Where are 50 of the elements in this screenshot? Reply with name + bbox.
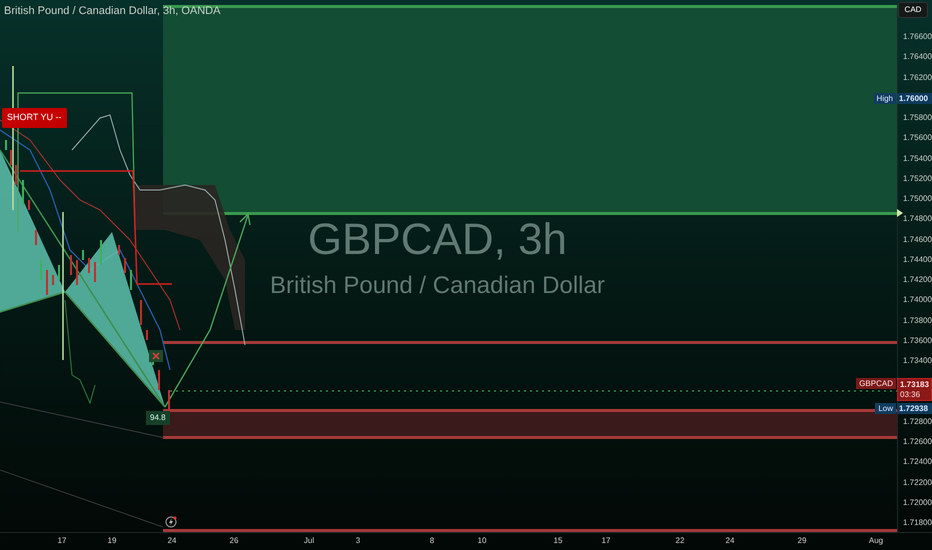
arrow-icon <box>897 209 903 217</box>
price-tick: 1.72600 <box>903 438 932 446</box>
lightning-icon[interactable] <box>165 516 177 528</box>
price-tick: 1.74000 <box>903 296 932 304</box>
price-tick: 1.76200 <box>903 74 932 82</box>
price-tick: 1.73400 <box>903 357 932 365</box>
price-tick: 1.73600 <box>903 336 932 345</box>
marker-label: Low <box>875 402 896 414</box>
price-tick: 1.76600 <box>903 33 932 41</box>
time-label: Aug <box>868 537 884 545</box>
time-label: 24 <box>726 537 734 545</box>
chart-title: British Pound / Canadian Dollar, 3h, OANDA <box>4 4 220 19</box>
price-tick: 1.75000 <box>903 195 932 203</box>
price-tick: 1.74200 <box>903 276 932 284</box>
time-label: 24 <box>168 537 176 545</box>
price-tick: 1.74800 <box>903 215 932 224</box>
time-label: 22 <box>676 537 684 545</box>
time-label: 26 <box>230 537 238 545</box>
price-tick: 1.75400 <box>903 154 932 162</box>
price-tick: 1.75800 <box>903 114 932 122</box>
marker-label: GBPCAD <box>856 378 896 389</box>
price-tick: 1.74600 <box>903 236 932 244</box>
price-tick: 1.72000 <box>903 498 932 507</box>
time-label: 3 <box>356 537 360 545</box>
price-tick: 1.72200 <box>903 478 932 486</box>
price-tick: 1.75200 <box>903 174 932 183</box>
time-label: Jul <box>304 537 314 545</box>
price-tick: 1.71800 <box>903 519 932 527</box>
symbol-watermark: GBPCAD, 3h <box>308 218 568 262</box>
price-tick: 1.76400 <box>903 53 932 62</box>
price-tick: 1.73800 <box>903 316 932 324</box>
signal-label: SHORT YU -- <box>2 108 67 128</box>
time-label: 19 <box>108 537 116 545</box>
price-value: 1.73183 <box>900 378 930 390</box>
price-tick: 1.74400 <box>903 256 932 264</box>
time-label: 15 <box>554 537 562 545</box>
price-tick: 1.75600 <box>903 134 932 142</box>
price-tick: 1.72400 <box>903 458 932 466</box>
time-label: 17 <box>58 537 66 545</box>
description-watermark: British Pound / Canadian Dollar <box>270 271 605 301</box>
countdown-text: 03:36 <box>900 390 922 400</box>
currency-button[interactable]: CAD <box>898 2 928 18</box>
time-label: 29 <box>798 537 806 545</box>
time-label: 10 <box>478 537 486 545</box>
time-label: 8 <box>430 537 434 545</box>
price-value: 1.76000 <box>899 92 929 104</box>
price-tick: 1.72800 <box>903 418 932 426</box>
pattern-label: 94.8 <box>146 411 170 425</box>
price-value: 1.72938 <box>899 402 929 414</box>
time-label: 17 <box>602 537 610 545</box>
